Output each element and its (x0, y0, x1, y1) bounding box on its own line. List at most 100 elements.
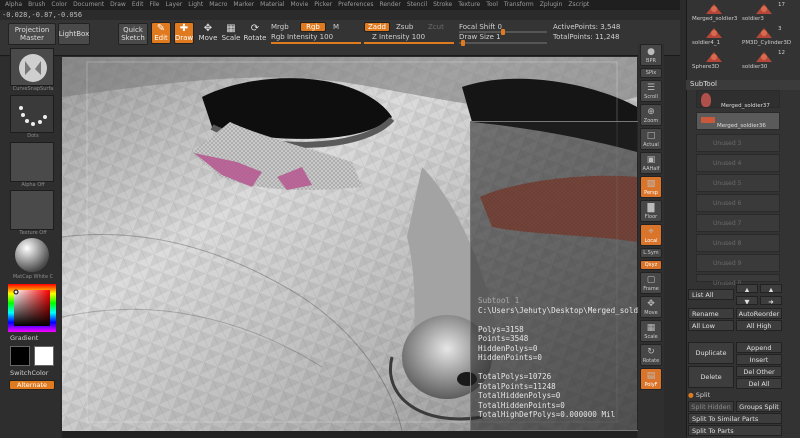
tool-aahalf-button[interactable]: ▣ AAHalf (640, 152, 662, 174)
menu-item-file[interactable]: File (146, 0, 162, 10)
subtool-slot-unused[interactable]: Unused 6 (696, 194, 780, 212)
tool-actual-button[interactable]: □ Actual (640, 128, 662, 150)
tool-spix-button[interactable]: SPix (640, 68, 662, 78)
draw-size-slider[interactable] (459, 40, 547, 46)
menu-item-preferences[interactable]: Preferences (335, 0, 376, 10)
menu-item-brush[interactable]: Brush (25, 0, 48, 10)
scale-mode-button[interactable]: ▦ Scale (221, 22, 241, 44)
split-section-header[interactable]: ● Split (688, 391, 710, 399)
tool-floor-button[interactable]: ▇ Floor (640, 200, 662, 222)
tool-zoom-button[interactable]: ⊕ Zoom (640, 104, 662, 126)
menu-item-document[interactable]: Document (70, 0, 107, 10)
arrow-up-alt-button[interactable]: ▲ (760, 284, 782, 293)
menu-item-stroke[interactable]: Stroke (430, 0, 455, 10)
move-mode-button[interactable]: ✥ Move (198, 22, 218, 44)
alternate-button[interactable]: Alternate (9, 380, 55, 390)
stroke-thumbnail[interactable] (10, 95, 54, 133)
menu-item-render[interactable]: Render (376, 0, 403, 10)
rotate-mode-button[interactable]: ⟳ Rotate (244, 22, 267, 44)
auto-reorder-button[interactable]: AutoReorder (736, 308, 782, 319)
tool-thumbnail[interactable] (754, 50, 774, 64)
subtool-slot-unused[interactable]: Unused 4 (696, 154, 780, 172)
m-toggle[interactable]: M (333, 23, 339, 31)
menu-item-movie[interactable]: Movie (288, 0, 312, 10)
menu-item-color[interactable]: Color (48, 0, 70, 10)
menu-item-layer[interactable]: Layer (163, 0, 186, 10)
menu-item-zscript[interactable]: Zscript (565, 0, 592, 10)
menu-item-zplugin[interactable]: Zplugin (537, 0, 566, 10)
menu-item-alpha[interactable]: Alpha (2, 0, 25, 10)
subtool-slot-unused[interactable]: Unused 0 (696, 274, 780, 287)
arrow-move-button[interactable]: ➜ (760, 296, 782, 305)
groups-split-button[interactable]: Groups Split (736, 401, 782, 412)
zcut-toggle[interactable]: Zcut (428, 23, 444, 31)
quick-sketch-button[interactable]: Quick Sketch (118, 23, 148, 45)
edit-mode-button[interactable]: ✎ Edit (151, 22, 171, 44)
menu-item-stencil[interactable]: Stencil (404, 0, 430, 10)
alpha-thumbnail[interactable] (10, 142, 54, 182)
material-thumbnail[interactable] (10, 236, 54, 274)
duplicate-button[interactable]: Duplicate (688, 342, 734, 364)
arrow-down-button[interactable]: ▼ (736, 296, 758, 305)
tool-thumbnail[interactable] (704, 50, 724, 64)
arrow-up-button[interactable]: ▲ (736, 284, 758, 293)
switch-color-button[interactable]: SwitchColor (10, 369, 48, 377)
projection-master-button[interactable]: Projection Master (8, 23, 56, 45)
lightbox-button[interactable]: LightBox (58, 23, 90, 45)
split-to-parts-button[interactable]: Split To Parts (688, 425, 782, 436)
tool-local-button[interactable]: ⌖ Local (640, 224, 662, 246)
tool-thumbnail[interactable] (754, 26, 774, 40)
subtool-slot-unused[interactable]: Unused 5 (696, 174, 780, 192)
tool-qxyz-button[interactable]: Qxyz (640, 260, 662, 270)
append-button[interactable]: Append (736, 342, 782, 353)
subtool-slot-unused[interactable]: Unused 7 (696, 214, 780, 232)
menu-item-edit[interactable]: Edit (129, 0, 147, 10)
list-all-button[interactable]: List All (688, 289, 734, 300)
main-color-swatch[interactable] (10, 346, 30, 366)
rename-button[interactable]: Rename (688, 308, 734, 319)
tool-thumbnail[interactable] (704, 2, 724, 16)
tool-l-sym-button[interactable]: L.Sym (640, 248, 662, 258)
tool-thumbnail[interactable] (754, 2, 774, 16)
subtool-slot-2-selected[interactable]: Merged_soldier36 (696, 112, 780, 130)
zsub-toggle[interactable]: Zsub (396, 23, 413, 31)
all-high-button[interactable]: All High (736, 320, 782, 331)
gradient-toggle[interactable]: Gradient (10, 334, 38, 342)
menu-item-material[interactable]: Material (257, 0, 287, 10)
menu-item-texture[interactable]: Texture (455, 0, 483, 10)
menu-item-macro[interactable]: Macro (206, 0, 230, 10)
split-to-similar-parts-button[interactable]: Split To Similar Parts (688, 413, 782, 424)
subtool-slot-unused[interactable]: Unused 9 (696, 254, 780, 272)
menu-item-picker[interactable]: Picker (311, 0, 335, 10)
zadd-toggle[interactable]: Zadd (364, 22, 390, 32)
subtool-slot-unused[interactable]: Unused 3 (696, 134, 780, 152)
menu-item-light[interactable]: Light (185, 0, 206, 10)
subtool-slot-unused[interactable]: Unused 8 (696, 234, 780, 252)
brush-thumbnail[interactable] (10, 48, 54, 86)
tool-persp-button[interactable]: ▧ Persp (640, 176, 662, 198)
tool-move-button[interactable]: ✥ Move (640, 296, 662, 318)
all-low-button[interactable]: All Low (688, 320, 734, 331)
tool-frame-button[interactable]: ▢ Frame (640, 272, 662, 294)
menu-item-tool[interactable]: Tool (483, 0, 501, 10)
split-hidden-button[interactable]: Split Hidden (688, 401, 734, 412)
tool-thumbnail[interactable] (704, 26, 724, 40)
tool-scroll-button[interactable]: ☰ Scroll (640, 80, 662, 102)
rgb-toggle[interactable]: Rgb (300, 22, 326, 32)
tool-bpr-button[interactable]: ● BPR (640, 44, 662, 66)
insert-button[interactable]: Insert (736, 354, 782, 365)
delete-button[interactable]: Delete (688, 366, 734, 388)
texture-thumbnail[interactable] (10, 190, 54, 230)
secondary-color-swatch[interactable] (34, 346, 54, 366)
menu-item-draw[interactable]: Draw (107, 0, 129, 10)
draw-mode-button[interactable]: ✚ Draw (174, 22, 194, 44)
del-all-button[interactable]: Del All (736, 378, 782, 389)
menu-item-transform[interactable]: Transform (501, 0, 537, 10)
menu-item-marker[interactable]: Marker (230, 0, 257, 10)
mrgb-toggle[interactable]: Mrgb (271, 23, 289, 31)
tool-scale-button[interactable]: ▦ Scale (640, 320, 662, 342)
tool-rotate-button[interactable]: ↻ Rotate (640, 344, 662, 366)
z-intensity-slider[interactable] (364, 42, 454, 44)
tool-polyf-button[interactable]: ▤ PolyF (640, 368, 662, 390)
del-other-button[interactable]: Del Other (736, 366, 782, 377)
